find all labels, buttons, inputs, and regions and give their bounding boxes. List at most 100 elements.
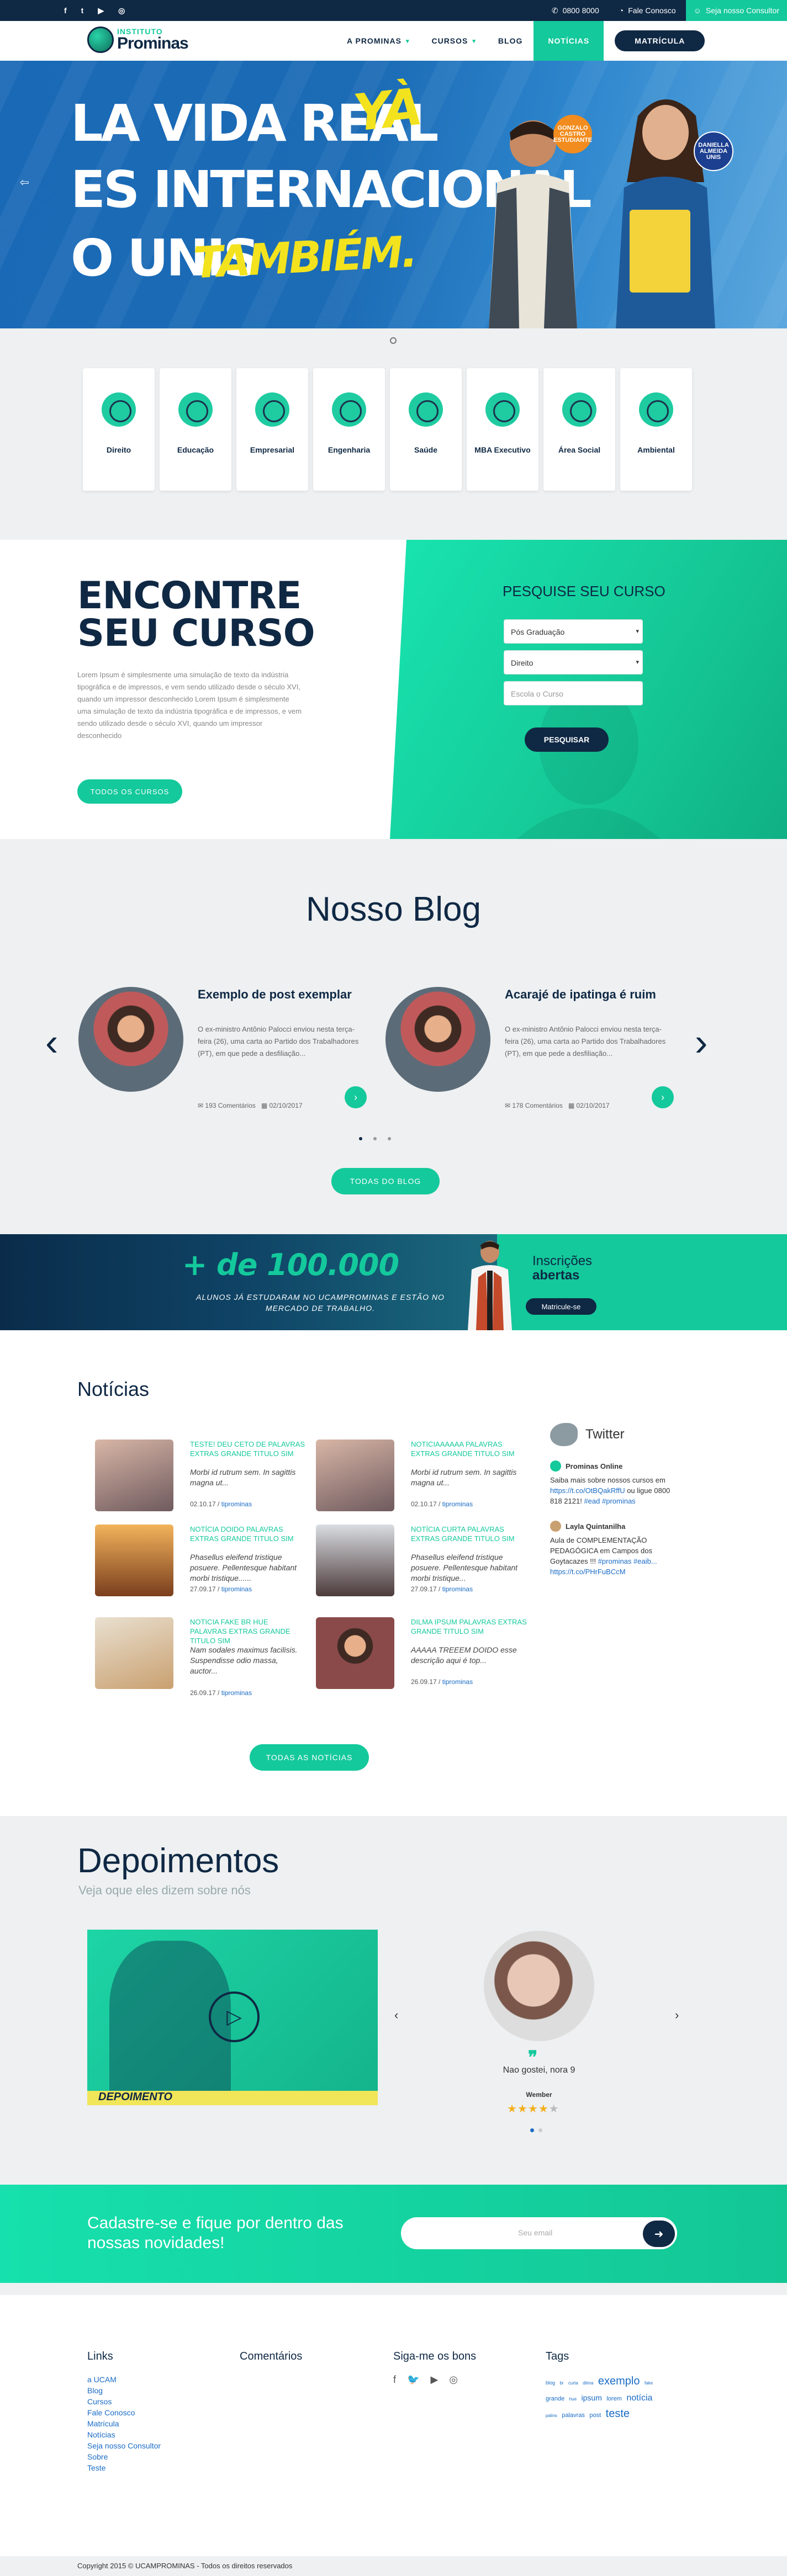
tag-link[interactable]: lorem: [606, 2396, 622, 2402]
pagination-dot[interactable]: [538, 2128, 542, 2132]
hero-banner[interactable]: ⇦ LA VIDA REAL YÀ ES INTERNACIONAL O UNI…: [0, 61, 787, 328]
facebook-icon[interactable]: f: [64, 6, 67, 15]
footer-link[interactable]: Teste: [87, 2462, 161, 2473]
tag-link[interactable]: hue: [569, 2397, 577, 2402]
news-item[interactable]: NOTÍCIA CURTA PALAVRAS EXTRAS GRANDE TIT…: [316, 1525, 537, 1607]
comment-icon: ✉: [198, 1102, 204, 1109]
blog-post[interactable]: Exemplo de post exemplar O ex-ministro A…: [78, 987, 371, 1119]
area-card-empresarial[interactable]: Empresarial: [236, 368, 308, 491]
contact-link[interactable]: ◔ Fale Conosco: [609, 6, 686, 15]
tag-link[interactable]: palins: [546, 2413, 557, 2418]
matricule-se-button[interactable]: Matricule-se: [526, 1298, 596, 1315]
area-card-mba[interactable]: MBA Executivo: [467, 368, 538, 491]
search-button[interactable]: PESQUISAR: [525, 727, 609, 752]
all-blog-button[interactable]: TODAS DO BLOG: [331, 1168, 440, 1194]
tag-link[interactable]: grande: [546, 2396, 564, 2402]
area-card-ambiental[interactable]: Ambiental: [620, 368, 692, 491]
youtube-icon[interactable]: ▶: [98, 6, 104, 15]
testimonial-prev-icon[interactable]: ‹: [394, 2008, 398, 2022]
news-image: [95, 1617, 173, 1689]
blog-prev-icon[interactable]: ‹: [45, 1023, 58, 1061]
pagination-dot[interactable]: [373, 1137, 377, 1140]
news-item-desc: Phasellus eleifend tristique posuere. Pe…: [411, 1553, 518, 1582]
footer-link[interactable]: Sobre: [87, 2451, 161, 2462]
news-item[interactable]: NOTÍCIA DOIDO PALAVRAS EXTRAS GRANDE TIT…: [95, 1525, 316, 1607]
footer-link[interactable]: Blog: [87, 2385, 161, 2396]
tag-link[interactable]: br: [559, 2381, 563, 2386]
news-item-title[interactable]: TESTE! DEU CETO DE PALAVRAS EXTRAS GRAND…: [190, 1440, 306, 1458]
tag-link[interactable]: dilma: [583, 2381, 593, 2386]
slider-prev-icon[interactable]: ⇦: [20, 176, 29, 189]
facebook-icon[interactable]: f: [393, 2374, 396, 2386]
post-meta: ✉ 178 Comentários ▦ 02/10/2017: [505, 1102, 610, 1109]
pagination-dot[interactable]: [388, 1137, 391, 1140]
read-more-arrow-icon[interactable]: ›: [345, 1086, 367, 1108]
footer-link[interactable]: Cursos: [87, 2396, 161, 2407]
news-item[interactable]: TESTE! DEU CETO DE PALAVRAS EXTRAS GRAND…: [95, 1440, 316, 1522]
level-select[interactable]: Pós Graduação ▾: [504, 619, 643, 644]
news-item-title[interactable]: NOTÍCIA CURTA PALAVRAS EXTRAS GRANDE TIT…: [411, 1525, 527, 1543]
news-item-desc: Morbi id rutrum sem. In sagittis magna u…: [411, 1468, 517, 1487]
news-item-title[interactable]: NOTÍCIA DOIDO PALAVRAS EXTRAS GRANDE TIT…: [190, 1525, 306, 1543]
tag-link[interactable]: fake: [645, 2381, 653, 2386]
testimonial-video[interactable]: ▷ DEPOIMENTO: [87, 1930, 378, 2105]
area-card-social[interactable]: Área Social: [543, 368, 615, 491]
news-item-title[interactable]: DILMA IPSUM PALAVRAS EXTRAS GRANDE TITUL…: [411, 1617, 527, 1636]
nav-item-cursos[interactable]: CURSOS ▾: [431, 21, 476, 61]
testimonial-next-icon[interactable]: ›: [675, 2008, 679, 2022]
area-select[interactable]: Direito ▾: [504, 650, 643, 674]
tag-link[interactable]: notícia: [626, 2393, 652, 2403]
footer: Links a UCAM Blog Cursos Fale Conosco Ma…: [0, 2283, 787, 2556]
news-item[interactable]: NOTICIA FAKE BR HUE PALAVRAS EXTRAS GRAN…: [95, 1617, 316, 1700]
footer-link[interactable]: Fale Conosco: [87, 2407, 161, 2418]
footer-link[interactable]: Seja nosso Consultor: [87, 2440, 161, 2451]
news-item-desc: AAAAA TREEEM DOIDO esse descrição aqui é…: [411, 1645, 517, 1665]
instagram-icon[interactable]: ◎: [449, 2374, 458, 2386]
area-card-educacao[interactable]: Educação: [160, 368, 231, 491]
news-item[interactable]: DILMA IPSUM PALAVRAS EXTRAS GRANDE TITUL…: [316, 1617, 537, 1700]
area-card-engenharia[interactable]: Engenharia: [313, 368, 385, 491]
course-input[interactable]: Escola o Curso: [504, 681, 643, 705]
tag-link[interactable]: exemplo: [598, 2375, 640, 2387]
twitter-icon[interactable]: t: [81, 6, 84, 15]
all-news-button[interactable]: TODAS AS NOTÍCIAS: [250, 1744, 369, 1771]
tag-link[interactable]: palavras: [562, 2412, 585, 2419]
post-title[interactable]: Exemplo de post exemplar: [198, 988, 352, 1001]
nav-item-noticias[interactable]: NOTÍCIAS: [534, 21, 604, 61]
tag-link[interactable]: blog: [546, 2380, 555, 2386]
tag-link[interactable]: curta: [568, 2381, 578, 2386]
youtube-icon[interactable]: ▶: [430, 2374, 438, 2386]
nav-item-blog[interactable]: BLOG: [498, 21, 522, 61]
blog-next-icon[interactable]: ›: [695, 1023, 707, 1061]
instagram-icon[interactable]: ◎: [118, 6, 125, 15]
nav-item-a-prominas[interactable]: A PROMINAS ▾: [347, 21, 409, 61]
play-icon[interactable]: ▷: [209, 1991, 260, 2042]
post-title[interactable]: Acarajé de ipatinga é ruim: [505, 988, 659, 1001]
all-courses-button[interactable]: TODOS OS CURSOS: [77, 779, 182, 804]
read-more-arrow-icon[interactable]: ›: [652, 1086, 674, 1108]
consultant-button[interactable]: ☺ Seja nosso Consultor: [685, 0, 787, 21]
email-input[interactable]: Seu email: [401, 2217, 677, 2249]
tag-link[interactable]: post: [589, 2412, 601, 2419]
news-item-title[interactable]: NOTICIA FAKE BR HUE PALAVRAS EXTRAS GRAN…: [190, 1617, 306, 1645]
news-item-title[interactable]: NOTICIAAAAAA PALAVRAS EXTRAS GRANDE TITU…: [411, 1440, 527, 1458]
twitter-icon[interactable]: 🐦: [407, 2374, 419, 2386]
blog-post[interactable]: Acarajé de ipatinga é ruim O ex-ministro…: [385, 987, 678, 1119]
comment-icon: ✉: [505, 1102, 511, 1109]
matricula-button[interactable]: MATRÍCULA: [615, 30, 705, 51]
site-logo[interactable]: INSTITUTO Prominas: [87, 26, 189, 53]
footer-link[interactable]: a UCAM: [87, 2374, 161, 2385]
tag-link[interactable]: ipsum: [582, 2393, 602, 2402]
subscribe-arrow-icon[interactable]: ➜: [643, 2221, 675, 2247]
footer-link[interactable]: Notícias: [87, 2429, 161, 2440]
tag-link[interactable]: teste: [606, 2408, 630, 2420]
tweet: Prominas Online Saiba mais sobre nossos …: [550, 1460, 672, 1506]
news-item[interactable]: NOTICIAAAAAA PALAVRAS EXTRAS GRANDE TITU…: [316, 1440, 537, 1522]
pagination-dot[interactable]: [530, 2128, 534, 2132]
footer-link[interactable]: Matrícula: [87, 2418, 161, 2429]
area-card-saude[interactable]: Saúde: [390, 368, 462, 491]
slider-dot[interactable]: [390, 337, 397, 344]
area-card-direito[interactable]: Direito: [83, 368, 155, 491]
phone-link[interactable]: ✆ 0800 8000: [542, 6, 609, 15]
pagination-dot[interactable]: [359, 1137, 362, 1140]
